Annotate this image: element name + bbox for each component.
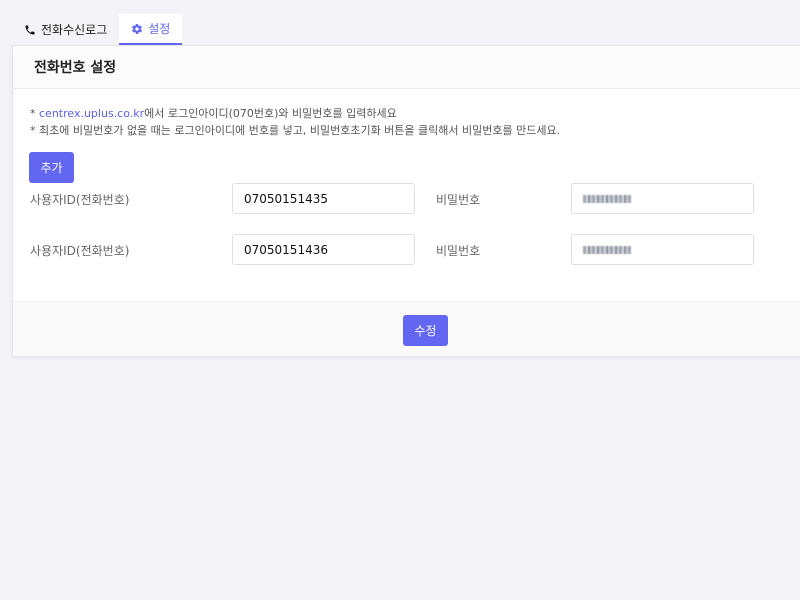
instruction-line-2: * 최초에 비밀번호가 없을 때는 로그인아이디에 번호를 넣고, 비밀번호초기… (30, 124, 561, 137)
instruction-line-1-text: 에서 로그인아이디(070번호)와 비밀번호를 입력하세요 (144, 107, 397, 120)
card-title: 전화번호 설정 (13, 46, 800, 89)
password-field[interactable] (571, 183, 754, 214)
masked-password (583, 194, 631, 203)
password-label: 비밀번호 (436, 244, 481, 258)
tab-bar: 전화수신로그 설정 (12, 14, 183, 45)
user-id-field[interactable]: 07050151436 (232, 234, 415, 265)
user-id-label: 사용자ID(전화번호) (30, 193, 130, 207)
user-id-field[interactable]: 07050151435 (232, 183, 415, 214)
password-field[interactable] (571, 234, 754, 265)
add-button[interactable]: 추가 (29, 152, 74, 183)
password-label: 비밀번호 (436, 193, 481, 207)
instruction-line-1: * centrex.uplus.co.kr에서 로그인아이디(070번호)와 비… (30, 105, 560, 122)
instruction-bullet: * (30, 107, 39, 120)
user-id-label: 사용자ID(전화번호) (30, 244, 130, 258)
tab-call-log-label: 전화수신로그 (41, 23, 108, 37)
save-button[interactable]: 수정 (403, 315, 448, 346)
card-footer: 수정 (13, 301, 800, 356)
instructions: * centrex.uplus.co.kr에서 로그인아이디(070번호)와 비… (30, 105, 560, 139)
gear-icon (131, 23, 143, 35)
phone-icon (24, 24, 36, 36)
tab-settings-label: 설정 (148, 22, 171, 36)
tab-settings[interactable]: 설정 (119, 14, 183, 45)
centrex-link[interactable]: centrex.uplus.co.kr (39, 107, 144, 120)
masked-password (583, 245, 631, 254)
tab-call-log[interactable]: 전화수신로그 (12, 14, 119, 45)
phone-settings-card: 전화번호 설정 * centrex.uplus.co.kr에서 로그인아이디(0… (12, 45, 800, 356)
